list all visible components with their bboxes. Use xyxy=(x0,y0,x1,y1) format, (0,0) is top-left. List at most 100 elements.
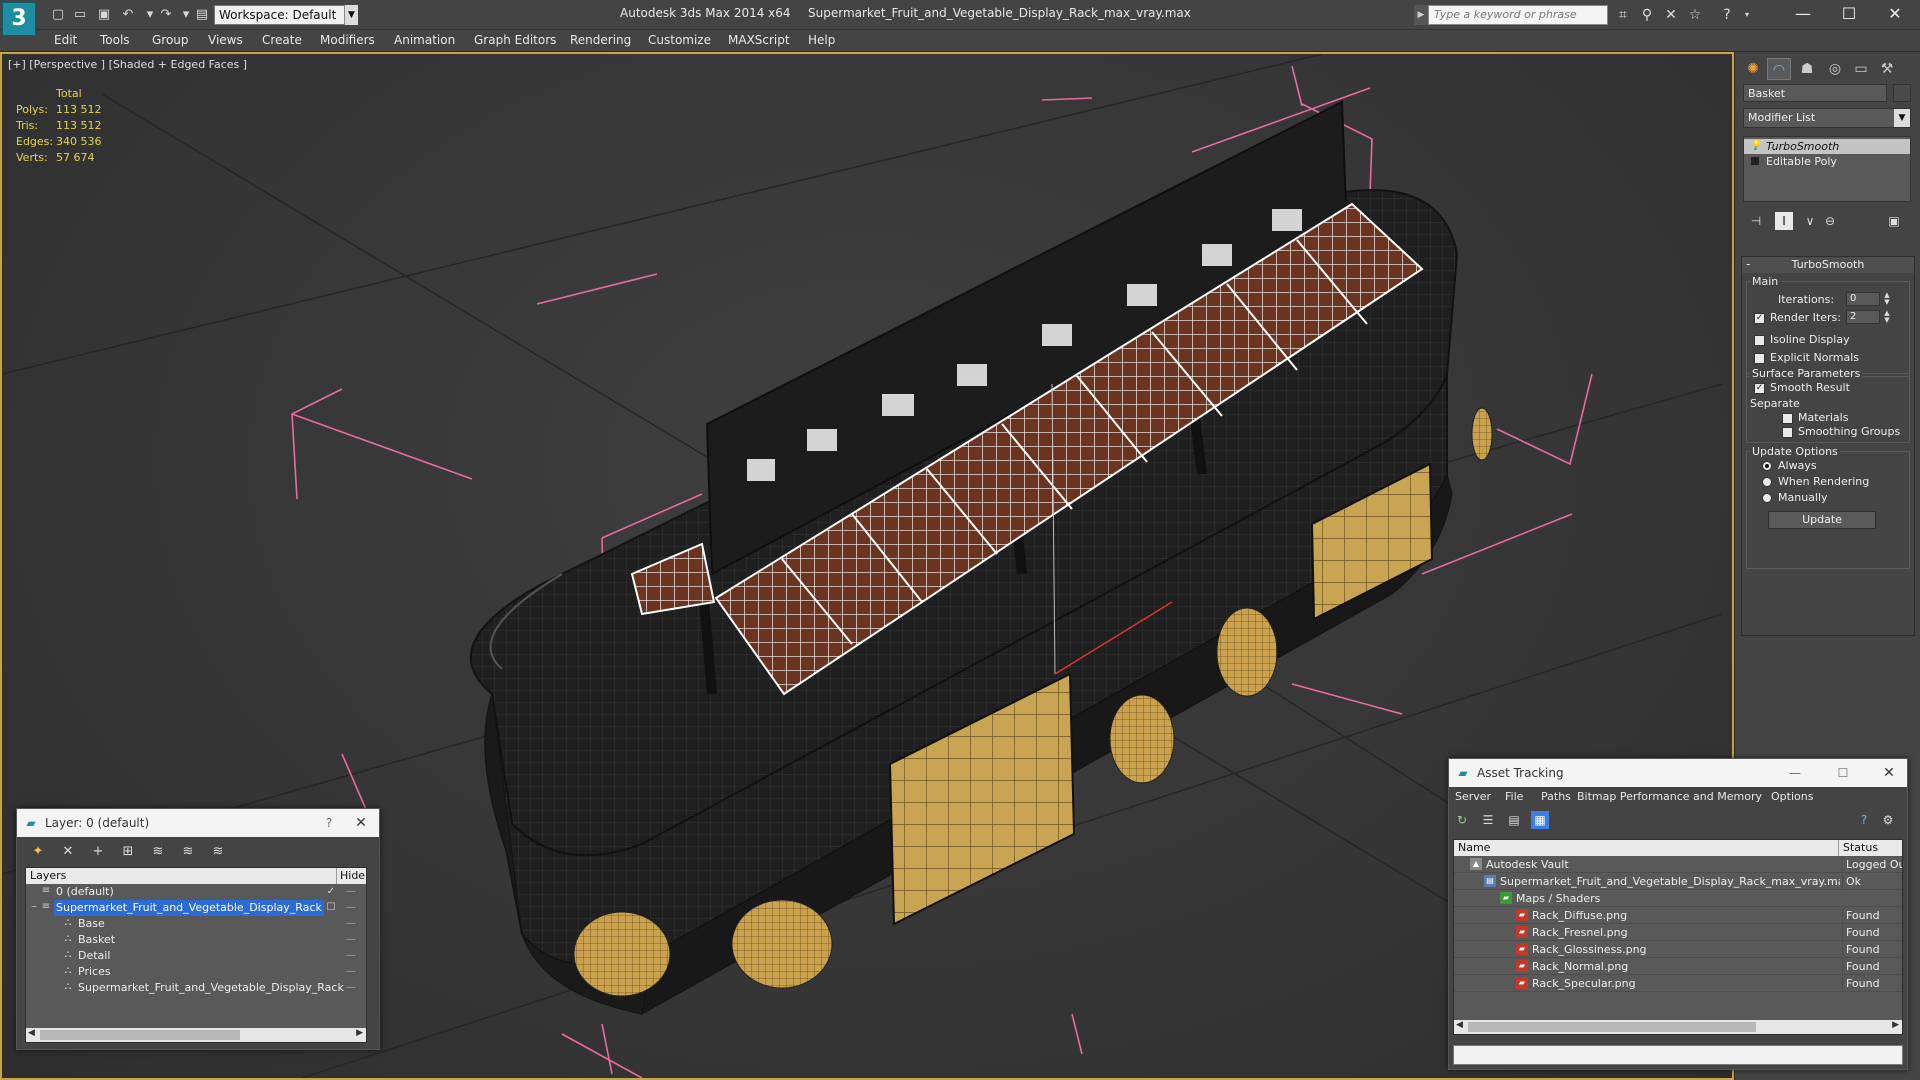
materials-checkbox[interactable] xyxy=(1782,413,1793,424)
table-row[interactable]: ▰ Maps / Shaders xyxy=(1454,890,1902,907)
help-icon[interactable]: ? xyxy=(321,815,337,831)
rollout-header[interactable]: - TurboSmooth xyxy=(1742,257,1914,273)
minimize-icon[interactable]: — xyxy=(1787,765,1803,781)
search-input[interactable]: Type a keyword or phrase xyxy=(1428,5,1608,25)
column-header-hide[interactable]: Hide xyxy=(336,868,366,884)
save-file-icon[interactable]: ▣ xyxy=(96,7,112,23)
open-file-icon[interactable]: ▭ xyxy=(72,7,88,23)
menu-create[interactable]: Create xyxy=(262,33,302,47)
layer-row[interactable]: ≡ 0 (default) ✓ — xyxy=(26,884,366,900)
column-header-name[interactable]: Name xyxy=(1458,840,1490,856)
undo-dropdown-icon[interactable]: ▾ xyxy=(142,7,158,23)
configure-sets-icon[interactable]: ▣ xyxy=(1885,212,1903,230)
stack-item-editable-poly[interactable]: Editable Poly xyxy=(1744,154,1910,169)
layer-row[interactable]: ⛬ Basket — xyxy=(26,932,366,948)
table-row[interactable]: ▤ Supermarket_Fruit_and_Vegetable_Displa… xyxy=(1454,873,1902,890)
update-button[interactable]: Update xyxy=(1768,511,1876,529)
chevron-down-icon[interactable]: ▼ xyxy=(1894,109,1910,127)
scrollbar-thumb[interactable] xyxy=(40,1030,240,1040)
maximize-button[interactable]: ☐ xyxy=(1826,0,1872,30)
smoothing-groups-checkbox[interactable] xyxy=(1782,427,1793,438)
remove-modifier-icon[interactable]: ⊖ xyxy=(1821,212,1839,230)
layer-row[interactable]: ⛬ Prices — xyxy=(26,964,366,980)
help-icon[interactable]: ? xyxy=(1718,7,1736,23)
table-row[interactable]: ▲ Autodesk Vault Logged Out xyxy=(1454,856,1902,873)
asset-menu-paths[interactable]: Paths xyxy=(1541,790,1571,803)
asset-menu-server[interactable]: Server xyxy=(1455,790,1491,803)
subscription-icon[interactable]: ⚲ xyxy=(1638,7,1656,23)
help-icon[interactable]: ? xyxy=(1855,811,1873,829)
hide-all-layers-icon[interactable]: ≋ xyxy=(179,843,197,861)
light-bulb-icon[interactable]: 💡 xyxy=(1750,141,1761,151)
minimize-button[interactable]: — xyxy=(1780,0,1826,30)
favorites-star-icon[interactable]: ☆ xyxy=(1686,7,1704,23)
table-view-icon[interactable]: ▦ xyxy=(1531,811,1549,829)
menu-help[interactable]: Help xyxy=(808,33,835,47)
always-radio[interactable] xyxy=(1762,461,1772,471)
display-tab-icon[interactable]: ▭ xyxy=(1849,58,1873,80)
hide-toggle-icon[interactable]: — xyxy=(342,932,360,948)
layer-row[interactable]: − ≡ Supermarket_Fruit_and_Vegetable_Disp… xyxy=(26,900,366,916)
scroll-right-icon[interactable]: ▶ xyxy=(356,1028,363,1038)
table-row[interactable]: ▰ Rack_Glossiness.png Found xyxy=(1454,941,1902,958)
communication-icon[interactable]: ✕ xyxy=(1662,7,1680,23)
table-row[interactable]: ▰ Rack_Diffuse.png Found xyxy=(1454,907,1902,924)
pin-stack-icon[interactable]: ⊣ xyxy=(1747,212,1765,230)
asset-menu-options[interactable]: Options xyxy=(1771,790,1813,803)
menu-rendering[interactable]: Rendering xyxy=(570,33,631,47)
menu-views[interactable]: Views xyxy=(208,33,243,47)
explicit-normals-checkbox[interactable] xyxy=(1754,353,1765,364)
layer-row[interactable]: ⛬ Base — xyxy=(26,916,366,932)
column-header-layers[interactable]: Layers xyxy=(30,868,66,884)
when-rendering-radio[interactable] xyxy=(1762,477,1772,487)
modifier-list-dropdown[interactable]: Modifier List ▼ xyxy=(1743,108,1911,128)
project-folder-icon[interactable]: ▤ xyxy=(194,7,210,23)
workspace-select[interactable]: Workspace: Default xyxy=(214,5,358,25)
add-to-layer-icon[interactable]: + xyxy=(89,843,107,861)
detail-view-icon[interactable]: ▤ xyxy=(1505,811,1523,829)
scrollbar-thumb[interactable] xyxy=(1468,1022,1756,1032)
menu-customize[interactable]: Customize xyxy=(648,33,711,47)
isoline-display-checkbox[interactable] xyxy=(1754,335,1765,346)
smooth-result-checkbox[interactable]: ✓ xyxy=(1754,383,1765,394)
stack-item-turbosmooth[interactable]: 💡 TurboSmooth xyxy=(1744,139,1910,154)
undo-icon[interactable]: ↶ xyxy=(120,7,136,23)
manually-radio[interactable] xyxy=(1762,493,1772,503)
scroll-left-icon[interactable]: ◀ xyxy=(1456,1020,1463,1030)
select-objects-icon[interactable]: ⊞ xyxy=(119,843,137,861)
close-icon[interactable]: ✕ xyxy=(1881,765,1897,781)
freeze-all-layers-icon[interactable]: ≋ xyxy=(209,843,227,861)
object-color-swatch[interactable] xyxy=(1893,84,1911,102)
close-button[interactable]: ✕ xyxy=(1872,0,1918,30)
menu-modifiers[interactable]: Modifiers xyxy=(320,33,375,47)
redo-icon[interactable]: ↷ xyxy=(158,7,174,23)
layer-dialog-titlebar[interactable]: ▰ Layer: 0 (default) ? ✕ xyxy=(17,809,379,837)
hide-toggle-icon[interactable]: — xyxy=(342,884,360,900)
hide-toggle-icon[interactable]: — xyxy=(342,964,360,980)
hide-toggle-icon[interactable]: — xyxy=(342,900,360,916)
table-row[interactable]: ▰ Rack_Specular.png Found xyxy=(1454,975,1902,992)
settings-icon[interactable]: ⚙ xyxy=(1879,811,1897,829)
redo-dropdown-icon[interactable]: ▾ xyxy=(178,7,194,23)
asset-menu-bitmap-performance[interactable]: Bitmap Performance and Memory xyxy=(1577,790,1762,803)
highlight-layer-icon[interactable]: ≋ xyxy=(149,843,167,861)
set-current-box-icon[interactable]: ☐ xyxy=(322,900,340,916)
binoculars-icon[interactable]: ⌗ xyxy=(1614,7,1632,23)
refresh-icon[interactable]: ↻ xyxy=(1453,811,1471,829)
list-view-icon[interactable]: ☰ xyxy=(1479,811,1497,829)
horizontal-scrollbar[interactable]: ◀ ▶ xyxy=(1454,1020,1902,1034)
workspace-dropdown-icon[interactable]: ▼ xyxy=(344,5,358,25)
hide-toggle-icon[interactable]: — xyxy=(342,916,360,932)
app-logo-button[interactable]: 3 xyxy=(2,2,36,36)
menu-maxscript[interactable]: MAXScript xyxy=(728,33,790,47)
scroll-right-icon[interactable]: ▶ xyxy=(1892,1020,1899,1030)
collapse-icon[interactable]: − xyxy=(28,900,40,914)
modify-tab-icon[interactable]: ◠ xyxy=(1767,58,1791,80)
table-row[interactable]: ▰ Rack_Fresnel.png Found xyxy=(1454,924,1902,941)
horizontal-scrollbar[interactable]: ◀ ▶ xyxy=(26,1028,366,1042)
column-header-status[interactable]: Status xyxy=(1838,840,1902,856)
motion-tab-icon[interactable]: ◎ xyxy=(1823,58,1847,80)
asset-path-field[interactable] xyxy=(1453,1045,1903,1065)
menu-graph-editors[interactable]: Graph Editors xyxy=(474,33,556,47)
layer-row[interactable]: ⛬ Detail — xyxy=(26,948,366,964)
